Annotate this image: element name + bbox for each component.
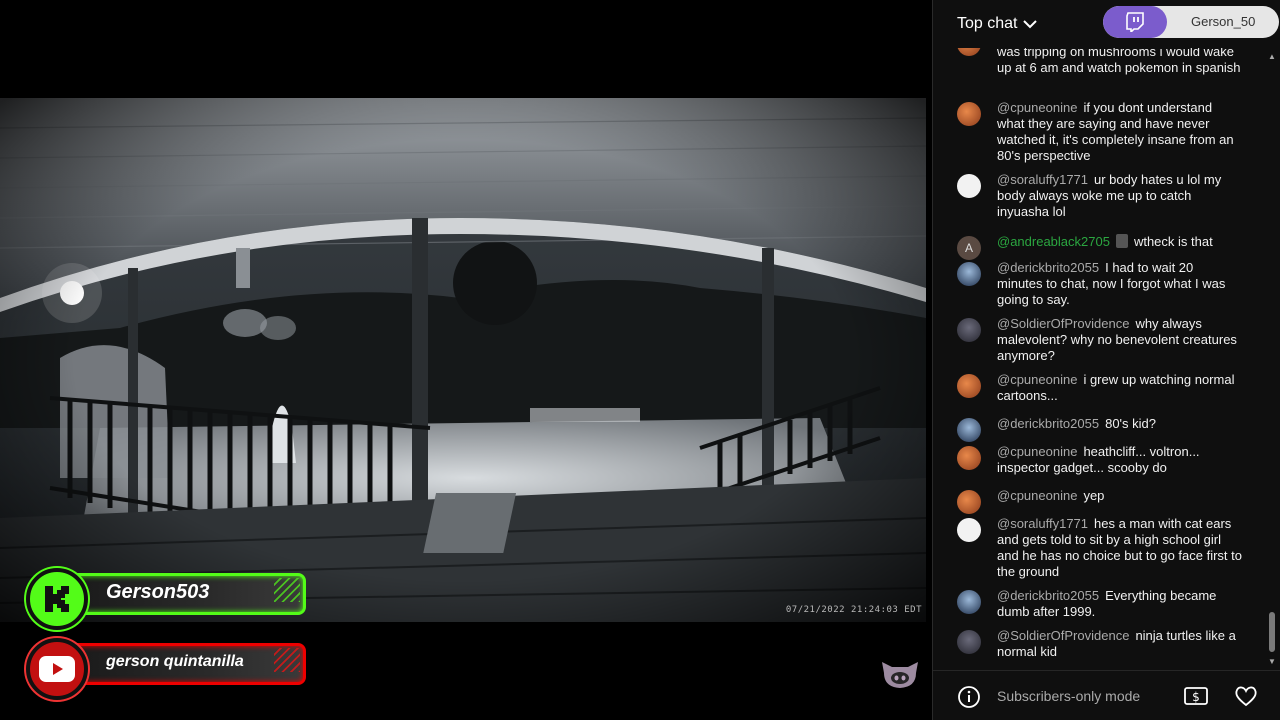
message-author[interactable]: @andreablack2705 xyxy=(997,234,1110,249)
message-author[interactable]: @cpuneonine xyxy=(997,444,1077,459)
decorative-stripes xyxy=(274,648,300,672)
avatar[interactable] xyxy=(957,590,981,614)
decorative-stripes xyxy=(274,578,300,602)
scroll-up-icon[interactable]: ▲ xyxy=(1268,52,1276,61)
info-icon[interactable] xyxy=(957,685,981,709)
super-chat-icon[interactable]: $ xyxy=(1183,684,1209,708)
message-author[interactable]: @derickbrito2055 xyxy=(997,588,1099,603)
kick-logo-icon xyxy=(26,568,88,630)
chat-mode-label: Top chat xyxy=(957,15,1018,32)
message-author[interactable]: @soraluffy1771 xyxy=(997,172,1088,187)
twitch-username: Gerson_50 xyxy=(1191,14,1256,29)
youtube-channel-badge[interactable]: gerson quintanilla xyxy=(26,638,310,700)
message-body: was tripping on mushrooms i would wake u… xyxy=(997,44,1242,76)
message-body: @SoldierOfProvidence why always malevolen… xyxy=(997,316,1242,364)
video-player[interactable]: 07/21/2022 21:24:03 EDT xyxy=(0,98,926,622)
avatar[interactable] xyxy=(957,418,981,442)
avatar[interactable] xyxy=(957,174,981,198)
avatar[interactable] xyxy=(957,374,981,398)
message-body: @derickbrito2055 Everything became dumb a… xyxy=(997,588,1242,620)
message-author[interactable]: @soraluffy1771 xyxy=(997,516,1088,531)
avatar[interactable]: A xyxy=(957,236,981,260)
message-body: @andreablack2705 wtheck is that xyxy=(997,234,1242,250)
avatar[interactable] xyxy=(957,262,981,286)
live-chat-panel: was tripping on mushrooms i would wake u… xyxy=(932,0,1280,720)
subscribers-only-label: Subscribers-only mode xyxy=(997,688,1141,704)
message-text: 80's kid? xyxy=(1105,416,1156,431)
chat-message-list[interactable]: was tripping on mushrooms i would wake u… xyxy=(933,30,1268,668)
message-author[interactable]: @cpuneonine xyxy=(997,488,1077,503)
scroll-down-icon[interactable]: ▼ xyxy=(1268,657,1276,666)
kick-channel-name: Gerson503 xyxy=(106,581,210,603)
message-author[interactable]: @SoldierOfProvidence xyxy=(997,316,1129,331)
message-text: was tripping on mushrooms i would wake u… xyxy=(997,44,1241,75)
avatar[interactable] xyxy=(957,490,981,514)
message-body: @cpuneonine if you dont understand what t… xyxy=(997,100,1242,164)
message-author[interactable]: @cpuneonine xyxy=(997,100,1077,115)
avatar[interactable] xyxy=(957,446,981,470)
message-body: @soraluffy1771 hes a man with cat ears an… xyxy=(997,516,1242,580)
chat-scrollbar[interactable]: ▲ ▼ xyxy=(1268,52,1276,666)
twitch-logo-icon xyxy=(1103,6,1167,38)
message-author[interactable]: @cpuneonine xyxy=(997,372,1077,387)
message-body: @derickbrito2055 80's kid? xyxy=(997,416,1242,432)
avatar[interactable] xyxy=(957,518,981,542)
avatar[interactable] xyxy=(957,102,981,126)
avatar[interactable] xyxy=(957,318,981,342)
message-body: @derickbrito2055 I had to wait 20 minutes… xyxy=(997,260,1242,308)
youtube-logo-icon xyxy=(26,638,88,700)
message-text: wtheck is that xyxy=(1133,234,1213,249)
pig-logo-icon xyxy=(880,660,920,690)
message-author[interactable]: @derickbrito2055 xyxy=(997,416,1099,431)
message-body: @cpuneonine heathcliff... voltron... insp… xyxy=(997,444,1242,476)
message-body: @cpuneonine yep xyxy=(997,488,1242,504)
twitch-account-pill[interactable]: Gerson_50 xyxy=(1103,6,1279,38)
message-body: @soraluffy1771 ur body hates u lol my bod… xyxy=(997,172,1242,220)
message-author[interactable]: @SoldierOfProvidence xyxy=(997,628,1129,643)
chat-header: Top chat Gerson_50 xyxy=(933,0,1280,48)
youtube-channel-name: gerson quintanilla xyxy=(106,653,244,670)
chat-mode-dropdown[interactable]: Top chat xyxy=(957,15,1038,33)
message-text: yep xyxy=(1083,488,1105,503)
scroll-thumb[interactable] xyxy=(1269,612,1275,652)
message-body: @cpuneonine i grew up watching normal car… xyxy=(997,372,1242,404)
kick-channel-badge[interactable]: Gerson503 xyxy=(26,568,310,630)
avatar[interactable] xyxy=(957,630,981,654)
message-author[interactable]: @derickbrito2055 xyxy=(997,260,1099,275)
message-body: @SoldierOfProvidence ninja turtles like a… xyxy=(997,628,1242,660)
member-badge-icon xyxy=(1115,234,1128,248)
stream-stage: 07/21/2022 21:24:03 EDT Gerson503 gerson… xyxy=(0,0,932,720)
chat-footer: Subscribers-only mode $ xyxy=(933,670,1280,720)
svg-text:$: $ xyxy=(1192,690,1200,704)
camera-timestamp: 07/21/2022 21:24:03 EDT xyxy=(785,605,922,615)
heart-icon[interactable] xyxy=(1233,684,1259,708)
chevron-down-icon xyxy=(1023,20,1038,29)
